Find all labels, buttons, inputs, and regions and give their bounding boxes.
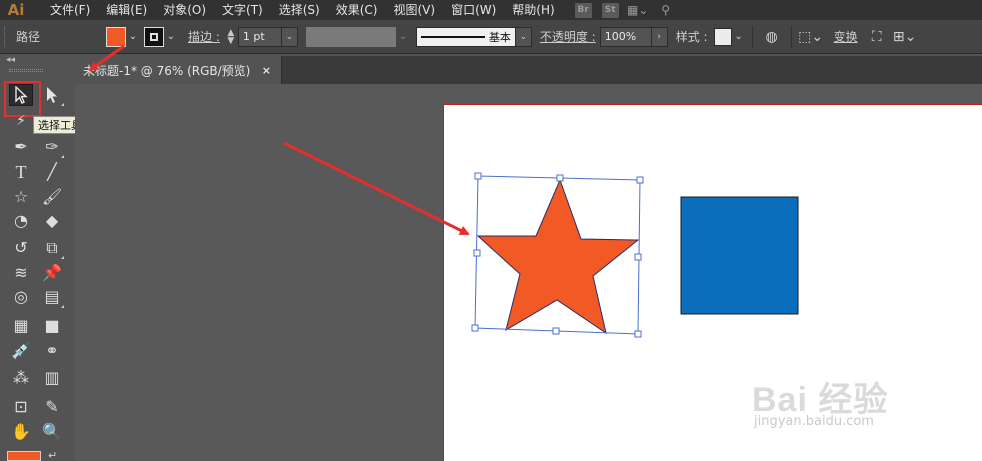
annotation-arrow-to-fill xyxy=(88,44,125,72)
bounding-handle[interactable] xyxy=(552,327,560,335)
bounding-handle[interactable] xyxy=(556,174,564,182)
bounding-handle[interactable] xyxy=(471,324,479,332)
bounding-handle[interactable] xyxy=(636,176,644,184)
star-shape[interactable] xyxy=(476,178,640,335)
annotation-arrow-to-star xyxy=(283,141,470,236)
bounding-handle[interactable] xyxy=(634,253,642,261)
bounding-handle[interactable] xyxy=(474,172,482,180)
bounding-handle[interactable] xyxy=(473,249,481,257)
artwork-layer xyxy=(88,44,799,338)
blue-square-shape[interactable] xyxy=(680,196,799,315)
bounding-handle[interactable] xyxy=(634,330,642,338)
illustrator-window: Ai 文件(F) 编辑(E) 对象(O) 文字(T) 选择(S) 效果(C) 视… xyxy=(0,0,982,461)
